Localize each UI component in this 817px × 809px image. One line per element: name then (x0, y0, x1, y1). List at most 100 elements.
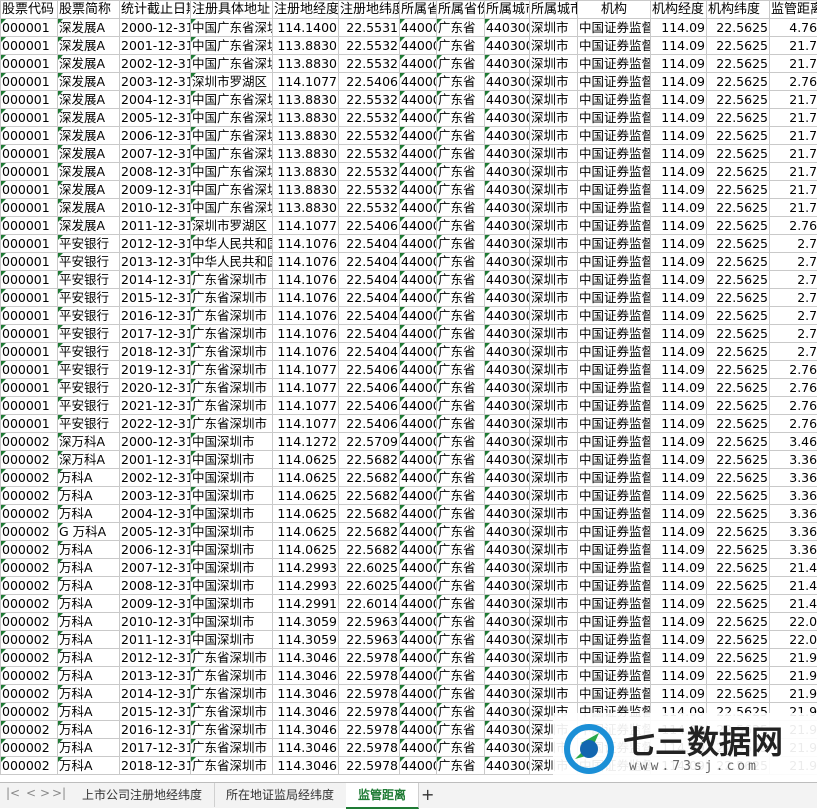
next-sheet-button[interactable]: > (40, 786, 50, 800)
table-cell[interactable]: 3.3699 (770, 505, 817, 523)
table-cell[interactable]: 440000 (400, 289, 437, 307)
table-cell[interactable]: 22.5404 (339, 343, 400, 361)
table-cell[interactable]: 广东省 (437, 739, 485, 757)
table-cell[interactable]: 深圳市 (530, 127, 578, 145)
table-cell[interactable]: 中国证券监督管理委员会深圳监管局 (578, 505, 651, 523)
table-cell[interactable]: 440300 (485, 163, 530, 181)
table-cell[interactable]: 000001 (1, 217, 58, 235)
table-cell[interactable]: 广东省深圳市 (191, 667, 273, 685)
table-cell[interactable]: 万科A (58, 469, 120, 487)
table-cell[interactable]: 114.09 (651, 397, 707, 415)
table-cell[interactable]: 114.3046 (273, 739, 339, 757)
table-cell[interactable]: 000001 (1, 109, 58, 127)
table-cell[interactable]: 万科A (58, 631, 120, 649)
table-cell[interactable]: 广东省 (437, 127, 485, 145)
table-cell[interactable]: 22.5978 (339, 757, 400, 775)
table-cell[interactable]: 440300 (485, 667, 530, 685)
table-cell[interactable]: 2021-12-31 (120, 397, 191, 415)
table-cell[interactable]: 广东省 (437, 577, 485, 595)
table-cell[interactable]: 深圳市 (530, 487, 578, 505)
table-cell[interactable]: 广东省深圳市 (191, 307, 273, 325)
table-cell[interactable]: 广东省深圳市 (191, 289, 273, 307)
table-cell[interactable]: 广东省 (437, 469, 485, 487)
table-cell[interactable]: 22.5532 (339, 37, 400, 55)
table-cell[interactable]: 2009-12-31 (120, 595, 191, 613)
table-cell[interactable]: 万科A (58, 703, 120, 721)
table-cell[interactable]: 22.5625 (707, 163, 770, 181)
table-cell[interactable]: 440000 (400, 127, 437, 145)
table-cell[interactable]: 深圳市 (530, 361, 578, 379)
table-cell[interactable]: 广东省 (437, 451, 485, 469)
table-cell[interactable]: 440000 (400, 685, 437, 703)
table-cell[interactable]: 2.778 (770, 307, 817, 325)
table-cell[interactable]: 440300 (485, 127, 530, 145)
table-cell[interactable]: 000001 (1, 55, 58, 73)
table-cell[interactable]: 440000 (400, 595, 437, 613)
table-cell[interactable]: 114.09 (651, 595, 707, 613)
table-cell[interactable]: 深圳市 (530, 595, 578, 613)
table-cell[interactable]: 000002 (1, 703, 58, 721)
table-cell[interactable]: 114.1077 (273, 361, 339, 379)
table-cell[interactable]: 000001 (1, 19, 58, 37)
table-cell[interactable]: 114.09 (651, 307, 707, 325)
table-cell[interactable]: 22.5532 (339, 181, 400, 199)
table-cell[interactable]: 中华人民共和国 (191, 235, 273, 253)
table-cell[interactable]: 000001 (1, 307, 58, 325)
table-cell[interactable]: 000002 (1, 451, 58, 469)
table-cell[interactable]: 000002 (1, 469, 58, 487)
table-cell[interactable]: 万科A (58, 649, 120, 667)
table-cell[interactable]: 中国深圳市 (191, 505, 273, 523)
table-cell[interactable]: 中国广东省深圳市 (191, 127, 273, 145)
table-cell[interactable]: 21.764 (770, 127, 817, 145)
table-cell[interactable]: 2.7625 (770, 217, 817, 235)
table-cell[interactable]: 深发展A (58, 181, 120, 199)
table-cell[interactable]: 114.09 (651, 145, 707, 163)
table-cell[interactable]: 22.5404 (339, 307, 400, 325)
table-cell[interactable]: 中国证券监督管理委员会深圳监管局 (578, 145, 651, 163)
table-cell[interactable]: 440300 (485, 235, 530, 253)
table-cell[interactable]: 中国证券监督管理委员会深圳监管局 (578, 631, 651, 649)
table-cell[interactable]: 22.5625 (707, 19, 770, 37)
table-cell[interactable]: 114.09 (651, 361, 707, 379)
table-cell[interactable]: 22.6025 (339, 577, 400, 595)
table-cell[interactable]: 中国证券监督管理委员会深圳监管局 (578, 361, 651, 379)
table-cell[interactable]: 广东省 (437, 19, 485, 37)
table-cell[interactable]: 深圳市 (530, 55, 578, 73)
table-cell[interactable]: 22.5625 (707, 631, 770, 649)
table-cell[interactable]: 440300 (485, 757, 530, 775)
table-cell[interactable]: 2003-12-31 (120, 73, 191, 91)
table-cell[interactable]: 2001-12-31 (120, 451, 191, 469)
table-cell[interactable]: 000002 (1, 757, 58, 775)
table-cell[interactable]: 2017-12-31 (120, 739, 191, 757)
table-cell[interactable]: 深圳市 (530, 559, 578, 577)
table-cell[interactable]: 广东省 (437, 235, 485, 253)
table-cell[interactable]: 2.778 (770, 289, 817, 307)
table-cell[interactable]: 广东省 (437, 397, 485, 415)
table-cell[interactable]: 深发展A (58, 127, 120, 145)
column-header[interactable]: 机构经度 (651, 1, 707, 19)
column-header[interactable]: 股票简称 (58, 1, 120, 19)
table-cell[interactable]: 22.5625 (707, 109, 770, 127)
table-cell[interactable]: 万科A (58, 487, 120, 505)
table-cell[interactable]: 深圳市罗湖区 (191, 217, 273, 235)
table-cell[interactable]: 3.4607 (770, 433, 817, 451)
table-cell[interactable]: 22.5532 (339, 55, 400, 73)
table-cell[interactable]: 中国广东省深圳市 (191, 55, 273, 73)
table-cell[interactable]: 2.7625 (770, 73, 817, 91)
table-cell[interactable]: 114.3046 (273, 649, 339, 667)
table-cell[interactable]: 中国证券监督管理委员会深圳监管局 (578, 307, 651, 325)
table-cell[interactable]: 000001 (1, 181, 58, 199)
table-cell[interactable]: 22.5682 (339, 523, 400, 541)
table-cell[interactable]: 3.3699 (770, 451, 817, 469)
table-cell[interactable]: 22.5625 (707, 253, 770, 271)
table-cell[interactable]: 22.5625 (707, 289, 770, 307)
table-cell[interactable]: 广东省深圳市 (191, 649, 273, 667)
table-cell[interactable]: 深圳市 (530, 523, 578, 541)
table-cell[interactable]: 深发展A (58, 19, 120, 37)
table-cell[interactable]: 深发展A (58, 91, 120, 109)
table-cell[interactable]: 440300 (485, 685, 530, 703)
table-cell[interactable]: 000002 (1, 559, 58, 577)
table-cell[interactable]: 2016-12-31 (120, 721, 191, 739)
table-cell[interactable]: 2012-12-31 (120, 649, 191, 667)
table-cell[interactable]: 440000 (400, 541, 437, 559)
